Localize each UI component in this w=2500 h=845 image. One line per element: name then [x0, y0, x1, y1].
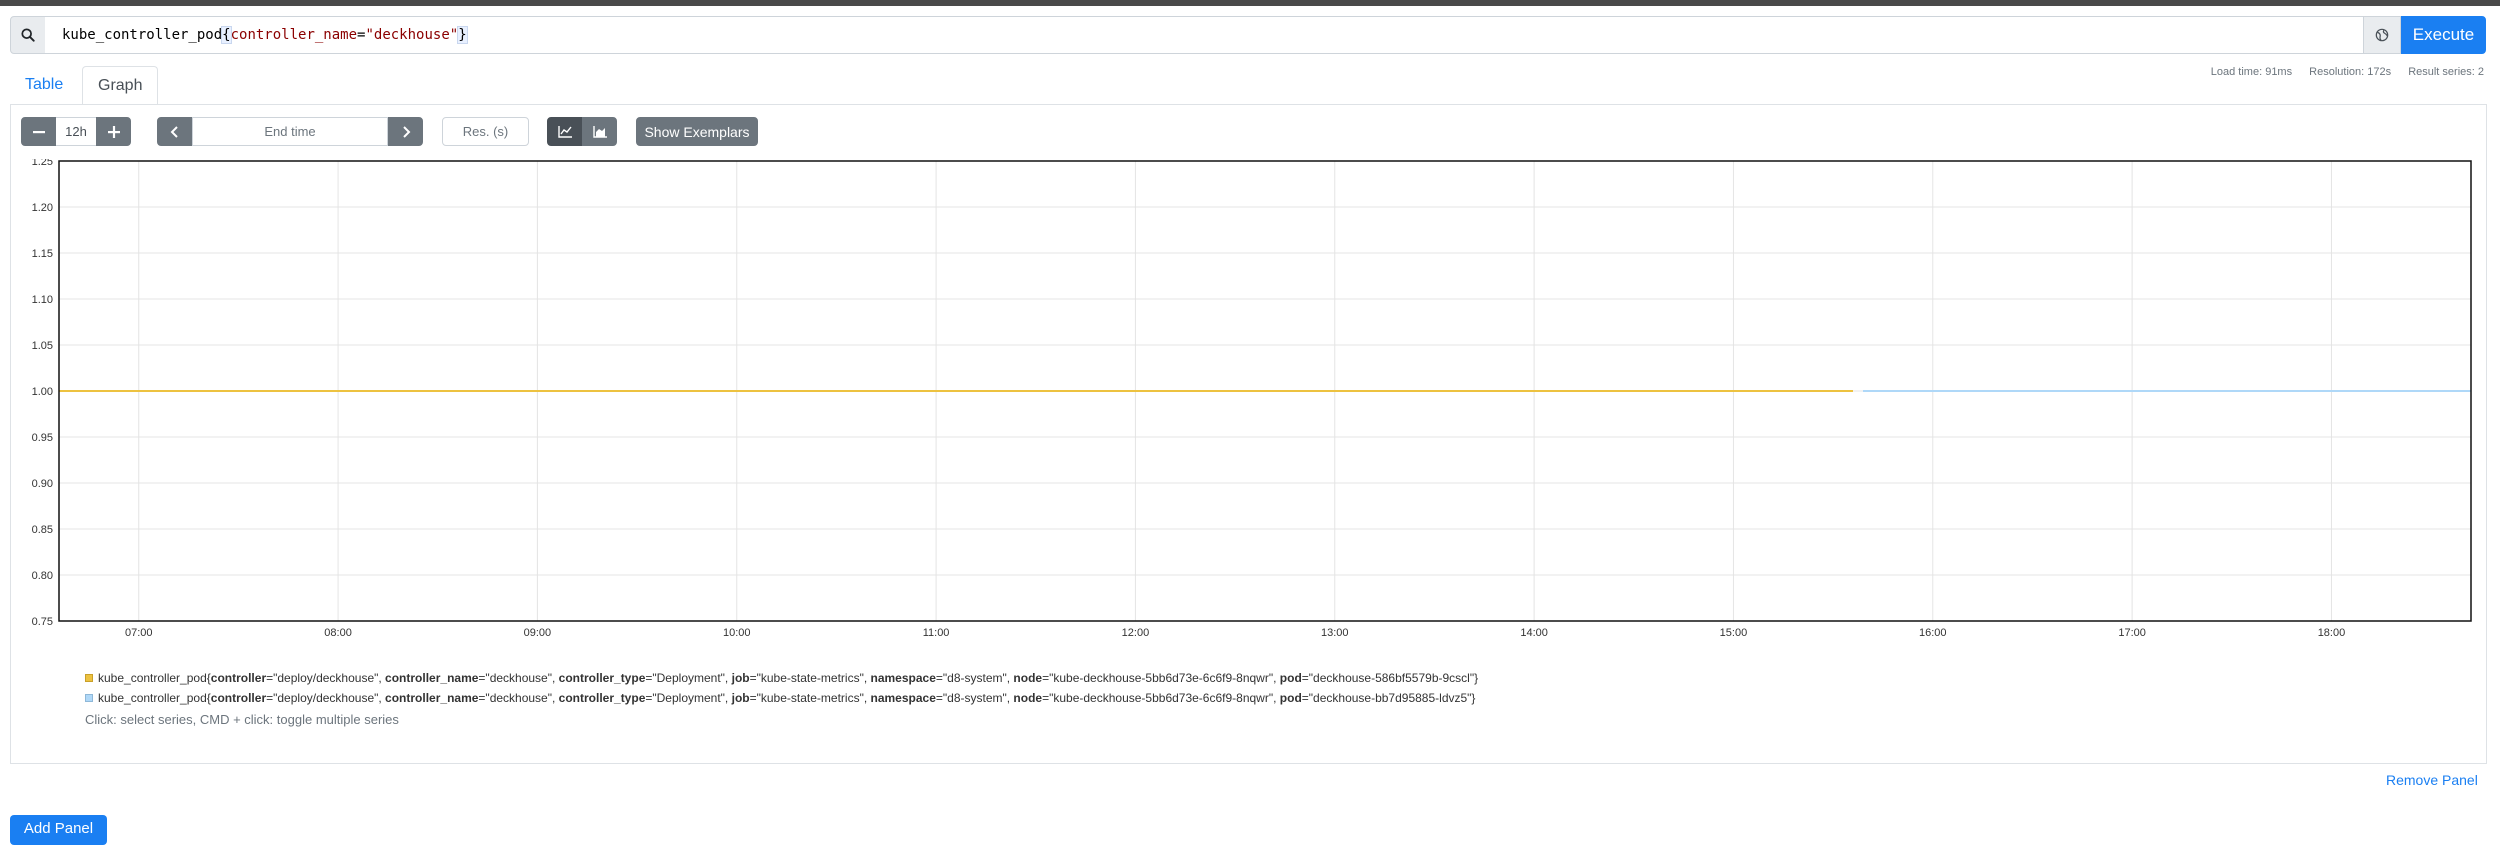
- legend-label-value: ="deploy/deckhouse",: [266, 671, 386, 685]
- metrics-explorer-globe-icon[interactable]: [2363, 16, 2401, 54]
- legend-label-key: controller_name: [385, 691, 479, 705]
- legend-label-value: ="deckhouse",: [478, 671, 559, 685]
- plus-icon: [107, 125, 120, 138]
- legend-metric: kube_controller_pod{: [98, 671, 211, 685]
- x-tick-label: 09:00: [524, 627, 552, 639]
- legend-label-value: ="kube-deckhouse-5bb6d73e-6c6f9-8nqwr",: [1042, 691, 1280, 705]
- legend-label-key: node: [1013, 671, 1043, 685]
- area-chart-icon: [592, 125, 607, 138]
- legend-item[interactable]: kube_controller_pod{controller="deploy/d…: [85, 688, 1478, 708]
- legend-label-value: ="deckhouse-bb7d95885-ldvz5"}: [1301, 691, 1476, 705]
- graph-panel: 12h End time Res. (s) Show Exemplars 0.7…: [10, 104, 2487, 764]
- legend-label-key: namespace: [870, 671, 936, 685]
- legend-item[interactable]: kube_controller_pod{controller="deploy/d…: [85, 668, 1478, 688]
- search-icon[interactable]: [10, 16, 46, 54]
- result-series: Result series: 2: [2408, 66, 2484, 78]
- execute-button[interactable]: Execute: [2401, 16, 2486, 54]
- legend-label-key: controller_type: [558, 691, 646, 705]
- legend-label-key: job: [731, 691, 750, 705]
- y-tick-label: 0.95: [32, 432, 53, 444]
- legend-label-value: ="d8-system",: [935, 691, 1014, 705]
- y-tick-label: 0.85: [32, 524, 53, 536]
- legend-label-key: pod: [1279, 691, 1302, 705]
- y-tick-label: 1.20: [32, 202, 53, 214]
- legend-label-value: ="deckhouse-586bf5579b-9cscl"}: [1301, 671, 1479, 685]
- next-time-button[interactable]: [388, 117, 423, 146]
- legend-label-key: controller: [210, 671, 267, 685]
- show-exemplars-button[interactable]: Show Exemplars: [636, 117, 758, 146]
- query-open-brace: {: [221, 26, 232, 44]
- y-tick-label: 1.00: [32, 386, 53, 398]
- legend-label-value: ="d8-system",: [935, 671, 1014, 685]
- chevron-left-icon: [170, 125, 178, 138]
- y-tick-label: 0.80: [32, 570, 53, 582]
- line-chart-icon: [557, 125, 572, 138]
- resolution: Resolution: 172s: [2309, 66, 2392, 78]
- legend-label-value: ="kube-state-metrics",: [749, 691, 871, 705]
- x-tick-label: 16:00: [1919, 627, 1947, 639]
- resolution-input[interactable]: Res. (s): [442, 117, 529, 146]
- decrease-range-button[interactable]: [21, 117, 56, 146]
- load-time: Load time: 91ms: [2210, 66, 2293, 78]
- legend-label-value: ="kube-state-metrics",: [749, 671, 871, 685]
- query-stats: Load time: 91ms Resolution: 172s Result …: [2197, 66, 2484, 78]
- legend-label: kube_controller_pod{controller="deploy/d…: [98, 688, 1475, 708]
- range-input[interactable]: 12h: [56, 117, 96, 146]
- legend-label-key: controller_name: [385, 671, 479, 685]
- remove-panel-link[interactable]: Remove Panel: [2386, 772, 2478, 788]
- legend-label: kube_controller_pod{controller="deploy/d…: [98, 668, 1478, 688]
- query-metric: kube_controller_pod: [62, 27, 223, 43]
- x-tick-label: 17:00: [2118, 627, 2146, 639]
- legend-label-key: pod: [1279, 671, 1302, 685]
- query-label-name: controller_name: [230, 27, 358, 43]
- chevron-right-icon: [402, 125, 410, 138]
- x-tick-label: 15:00: [1720, 627, 1748, 639]
- y-tick-label: 0.90: [32, 478, 53, 490]
- x-tick-label: 11:00: [923, 627, 950, 639]
- y-tick-label: 0.75: [32, 616, 53, 628]
- query-label-value: "deckhouse": [365, 27, 459, 43]
- legend-swatch: [85, 674, 93, 682]
- x-tick-label: 08:00: [324, 627, 352, 639]
- legend-label-key: job: [731, 671, 750, 685]
- minus-icon: [32, 130, 45, 133]
- legend-label-key: node: [1013, 691, 1043, 705]
- end-time-input[interactable]: End time: [192, 117, 388, 146]
- legend-label-key: namespace: [870, 691, 936, 705]
- x-tick-label: 10:00: [723, 627, 751, 639]
- x-tick-label: 13:00: [1321, 627, 1349, 639]
- tab-table[interactable]: Table: [10, 66, 78, 105]
- x-tick-label: 14:00: [1520, 627, 1548, 639]
- legend-label-value: ="Deployment",: [645, 691, 732, 705]
- legend-label-key: controller: [210, 691, 267, 705]
- legend-label-value: ="Deployment",: [645, 671, 732, 685]
- increase-range-button[interactable]: [96, 117, 131, 146]
- legend-label-value: ="deploy/deckhouse",: [266, 691, 386, 705]
- legend-hint: Click: select series, CMD + click: toggl…: [85, 712, 399, 727]
- previous-time-button[interactable]: [157, 117, 192, 146]
- y-tick-label: 1.25: [32, 159, 53, 168]
- legend-label-key: controller_type: [558, 671, 646, 685]
- query-row: kube_controller_pod{controller_name="dec…: [10, 16, 2486, 54]
- stacked-chart-button[interactable]: [582, 117, 617, 146]
- y-tick-label: 1.05: [32, 340, 53, 352]
- line-chart-button[interactable]: [547, 117, 582, 146]
- y-tick-label: 1.15: [32, 248, 53, 260]
- x-tick-label: 07:00: [125, 627, 153, 639]
- top-bar: [0, 0, 2500, 6]
- add-panel-button[interactable]: Add Panel: [10, 815, 107, 845]
- y-tick-label: 1.10: [32, 294, 53, 306]
- legend-label-value: ="deckhouse",: [478, 691, 559, 705]
- legend-metric: kube_controller_pod{: [98, 691, 211, 705]
- tab-graph[interactable]: Graph: [82, 66, 158, 105]
- graph-chart[interactable]: 0.75 0.80 0.85 0.90 0.95 1.00 1.05 1.10 1.15 1.20…: [11, 159, 2486, 639]
- query-close-brace: }: [457, 26, 468, 44]
- graph-legend: kube_controller_pod{controller="deploy/d…: [85, 668, 1478, 727]
- x-tick-label: 18:00: [2318, 627, 2346, 639]
- x-tick-label: 12:00: [1122, 627, 1150, 639]
- legend-label-value: ="kube-deckhouse-5bb6d73e-6c6f9-8nqwr",: [1042, 671, 1280, 685]
- legend-swatch: [85, 694, 93, 702]
- expression-input[interactable]: kube_controller_pod{controller_name="dec…: [45, 16, 2375, 54]
